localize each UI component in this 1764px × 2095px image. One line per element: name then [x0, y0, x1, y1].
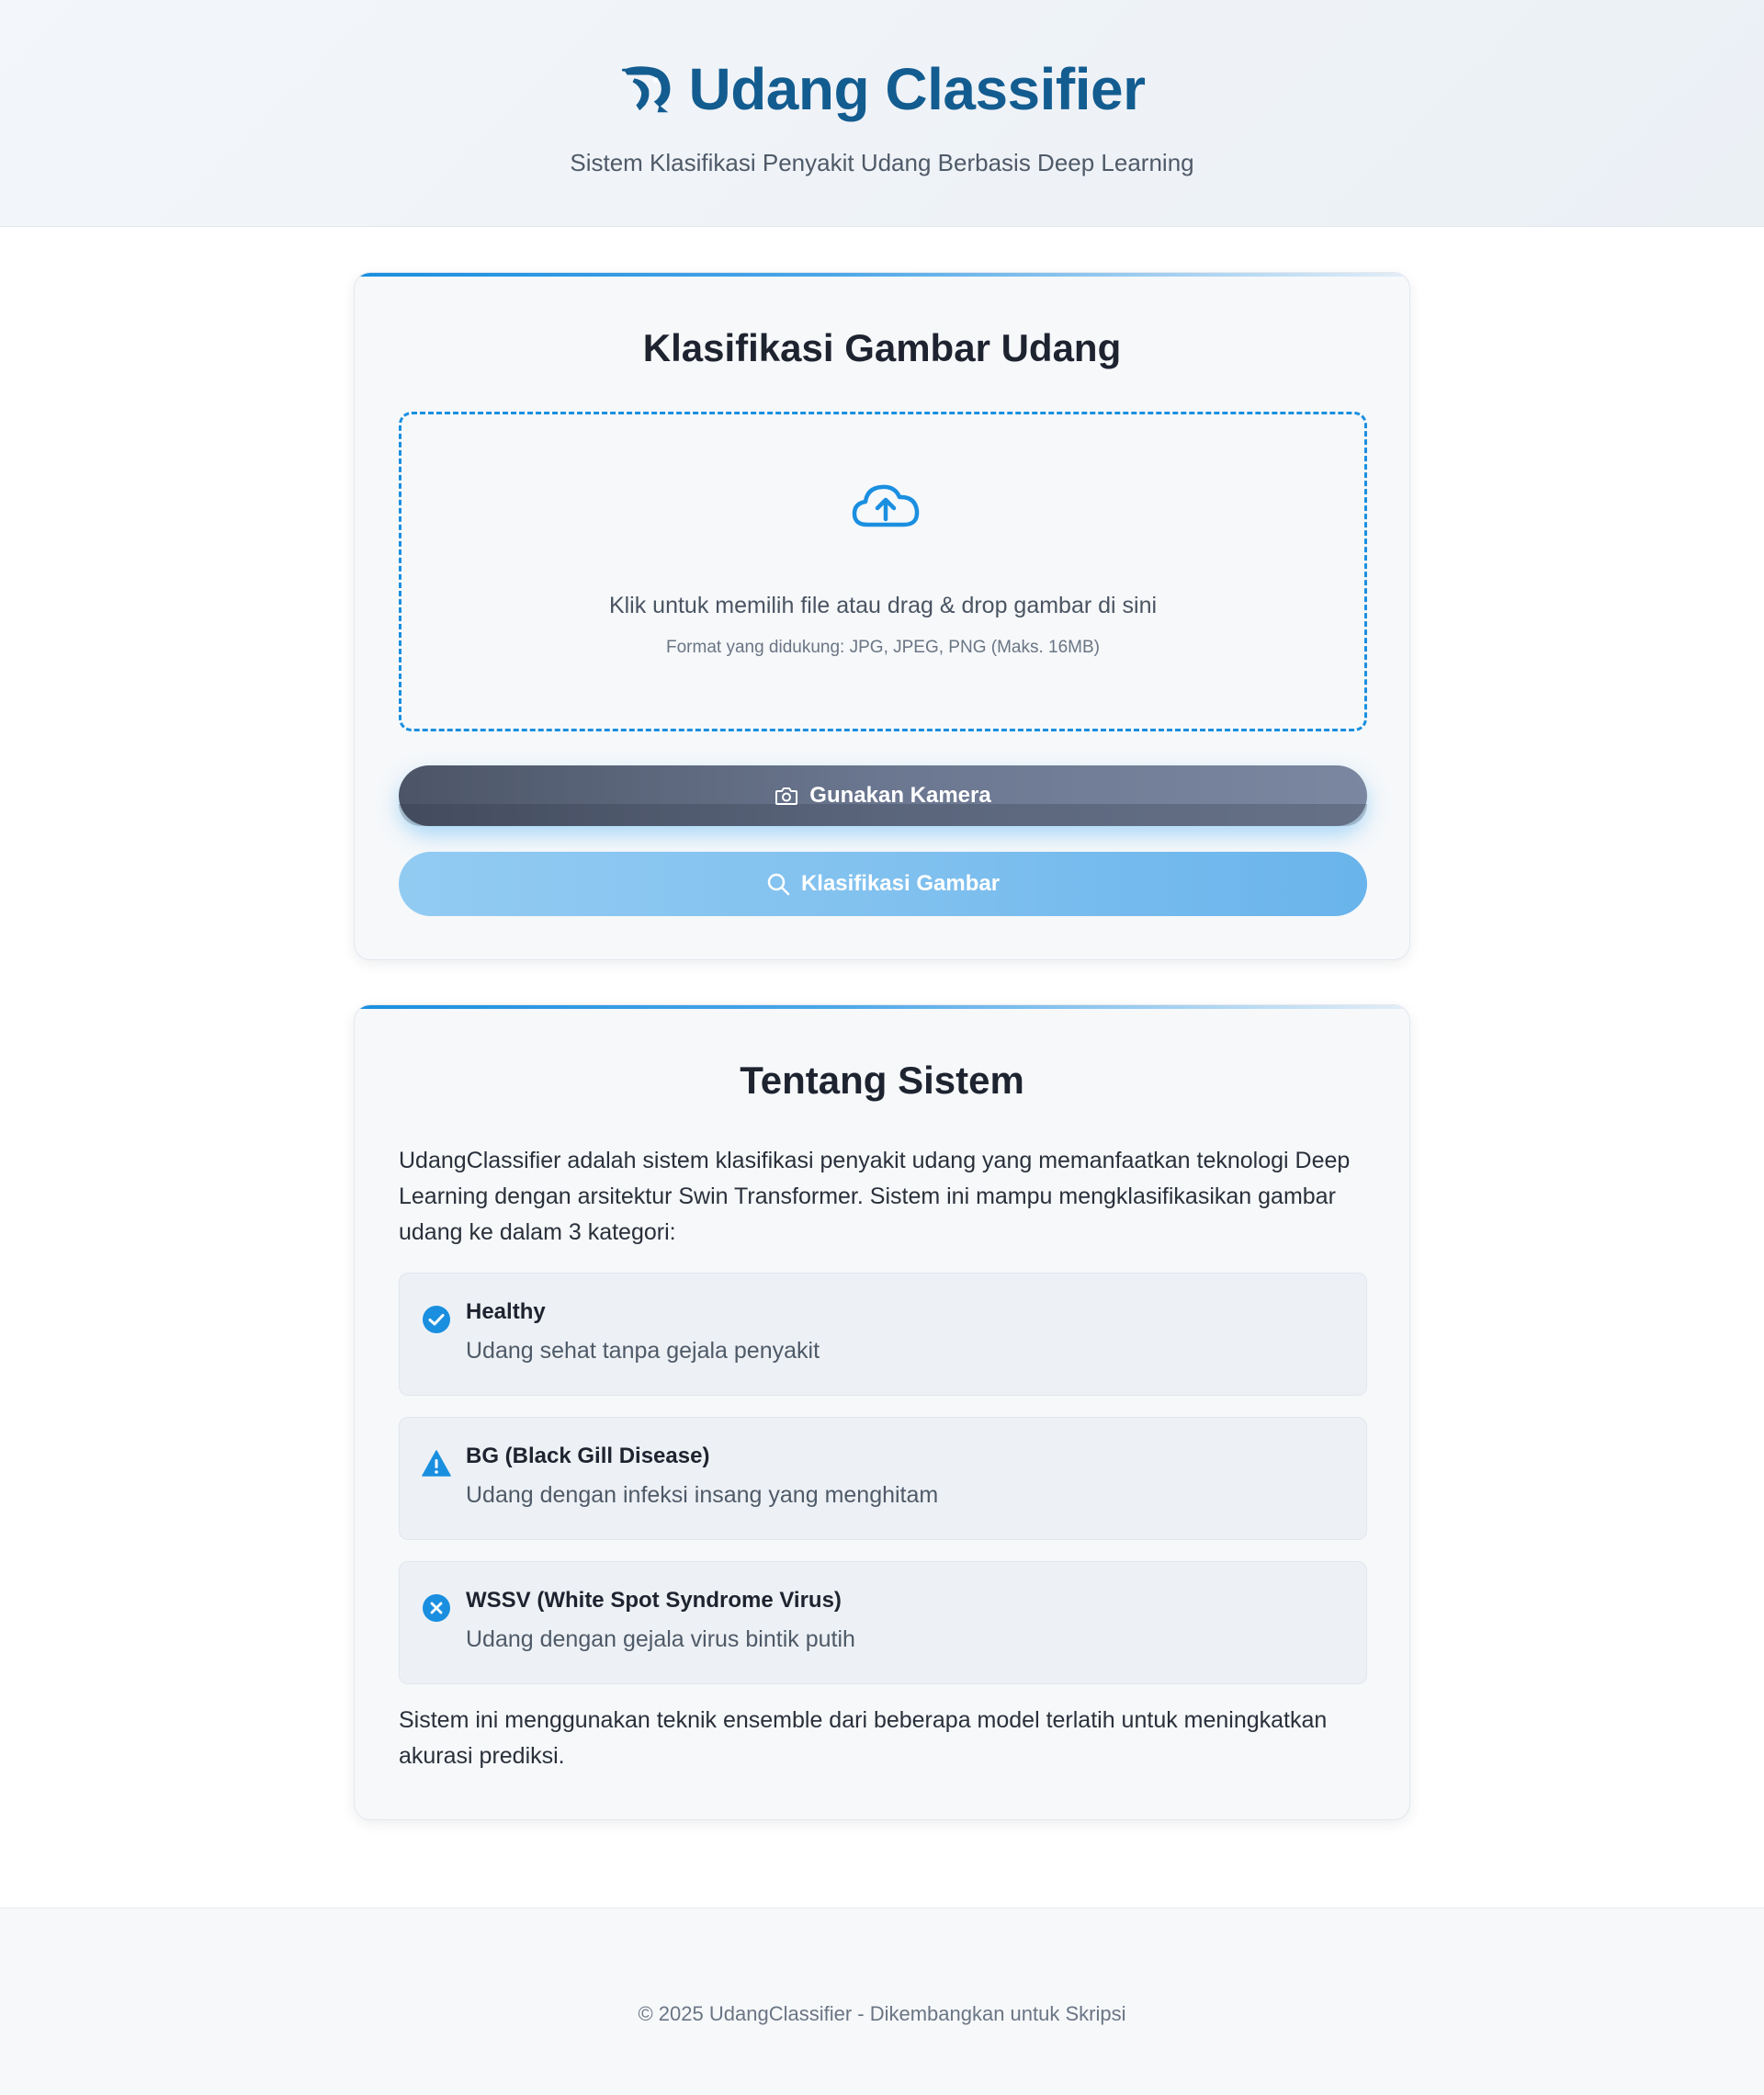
shrimp-icon: [622, 66, 671, 113]
site-header: Udang Classifier Sistem Klasifikasi Peny…: [0, 0, 1764, 227]
warning-triangle-icon: [422, 1450, 451, 1477]
copyright-text: © 2025 UdangClassifier - Dikembangkan un…: [638, 2002, 1126, 2025]
brand: Udang Classifier: [0, 55, 1764, 123]
about-intro: UdangClassifier adalah sistem klasifikas…: [399, 1148, 1351, 1245]
search-icon: [767, 873, 790, 896]
category-name: WSSV (White Spot Syndrome Virus): [466, 1588, 842, 1613]
camera-icon: [775, 787, 798, 805]
classify-image-label: Klasifikasi Gambar: [800, 871, 1001, 896]
x-circle-icon: [423, 1594, 450, 1622]
category-description: Udang sehat tanpa gejala penyakit: [466, 1338, 820, 1364]
site-footer: © 2025 UdangClassifier - Dikembangkan un…: [0, 1908, 1764, 2095]
dropzone-main-text: Klik untuk memilih file atau drag & drop…: [608, 593, 1158, 618]
about-closing: Sistem ini menggunakan teknik ensemble d…: [399, 1707, 1328, 1769]
upload-card: Klasifikasi Gambar Udang Klik untuk memi…: [354, 272, 1410, 960]
about-card: Tentang Sistem UdangClassifier adalah si…: [354, 1004, 1410, 1820]
category-item-wssv: WSSV (White Spot Syndrome Virus) Udang d…: [399, 1561, 1367, 1684]
upload-dropzone[interactable]: Klik untuk memilih file atau drag & drop…: [399, 412, 1367, 731]
site-subtitle: Sistem Klasifikasi Penyakit Udang Berbas…: [570, 149, 1194, 176]
classify-image-button[interactable]: Klasifikasi Gambar: [399, 852, 1367, 916]
use-camera-button[interactable]: Gunakan Kamera: [399, 765, 1367, 826]
category-item-bg: BG (Black Gill Disease) Udang dengan inf…: [399, 1417, 1367, 1540]
category-name: BG (Black Gill Disease): [466, 1444, 710, 1468]
dropzone-hint-text: Format yang didukung: JPG, JPEG, PNG (Ma…: [666, 638, 1100, 657]
category-description: Udang dengan gejala virus bintik putih: [466, 1626, 855, 1652]
upload-card-title: Klasifikasi Gambar Udang: [642, 326, 1122, 369]
about-card-title: Tentang Sistem: [740, 1059, 1024, 1102]
site-title: Udang Classifier: [688, 56, 1146, 122]
category-name: Healthy: [466, 1299, 546, 1324]
category-description: Udang dengan infeksi insang yang menghit…: [466, 1482, 939, 1508]
cloud-upload-icon: [852, 484, 920, 527]
check-circle-icon: [423, 1306, 450, 1333]
use-camera-label: Gunakan Kamera: [809, 783, 991, 808]
category-item-healthy: Healthy Udang sehat tanpa gejala penyaki…: [399, 1273, 1367, 1396]
